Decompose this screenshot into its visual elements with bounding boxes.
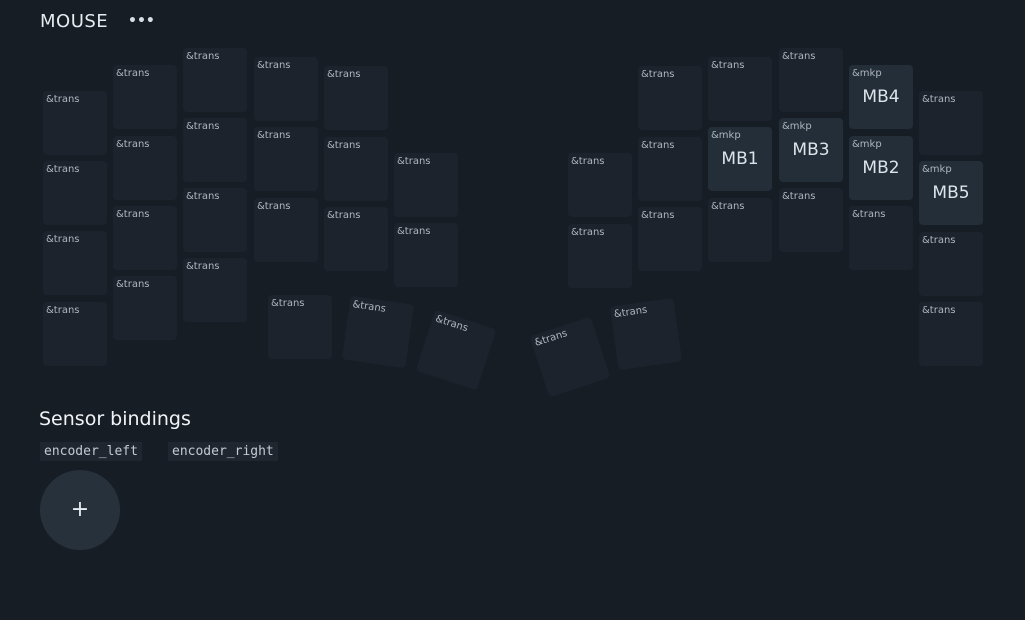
key-behavior: &mkp <box>711 130 741 141</box>
key-behavior: &trans <box>116 209 150 220</box>
key-behavior: &trans <box>641 210 675 221</box>
key-behavior: &trans <box>116 68 150 79</box>
key[interactable]: &mkp MB1 <box>708 127 772 191</box>
key[interactable]: &mkp MB2 <box>849 136 913 200</box>
key[interactable]: &trans <box>609 297 683 371</box>
key[interactable]: &trans <box>529 316 611 398</box>
key-behavior: &trans <box>711 201 745 212</box>
key-param: MB2 <box>862 158 900 178</box>
key[interactable]: &trans <box>324 207 388 271</box>
key-behavior: &trans <box>397 226 431 237</box>
key[interactable]: &trans <box>113 276 177 340</box>
key-behavior: &trans <box>922 305 956 316</box>
key-behavior: &trans <box>852 209 886 220</box>
key[interactable]: &trans <box>779 48 843 112</box>
key[interactable]: &trans <box>708 198 772 262</box>
key[interactable]: &mkp MB3 <box>779 118 843 182</box>
key-behavior: &trans <box>327 140 361 151</box>
key[interactable]: &trans <box>43 161 107 225</box>
key-behavior: &trans <box>351 299 387 315</box>
key-behavior: &trans <box>433 313 470 335</box>
key[interactable]: &trans <box>919 302 983 366</box>
key-behavior: &trans <box>46 94 80 105</box>
key-behavior: &trans <box>782 51 816 62</box>
sensor-encoder-left[interactable]: encoder_left <box>40 442 142 461</box>
key-behavior: &trans <box>186 51 220 62</box>
key-behavior: &mkp <box>852 139 882 150</box>
key-behavior: &trans <box>186 261 220 272</box>
key[interactable]: &trans <box>268 295 332 359</box>
key[interactable]: &trans <box>113 65 177 129</box>
key[interactable]: &trans <box>183 118 247 182</box>
key[interactable]: &trans <box>43 91 107 155</box>
key[interactable]: &trans <box>638 137 702 201</box>
key-behavior: &trans <box>271 298 305 309</box>
key-behavior: &trans <box>116 139 150 150</box>
key[interactable]: &trans <box>183 188 247 252</box>
key[interactable]: &mkp MB5 <box>919 161 983 225</box>
key-behavior: &trans <box>571 227 605 238</box>
sensor-encoder-right[interactable]: encoder_right <box>168 442 278 461</box>
key[interactable]: &trans <box>183 258 247 322</box>
key[interactable]: &mkp MB4 <box>849 65 913 129</box>
key[interactable]: &trans <box>113 136 177 200</box>
key-param: MB1 <box>721 149 759 169</box>
sensor-bindings-title: Sensor bindings <box>39 408 191 430</box>
key-behavior: &trans <box>257 201 291 212</box>
key[interactable]: &trans <box>254 198 318 262</box>
key[interactable]: &trans <box>708 57 772 121</box>
key[interactable]: &trans <box>43 302 107 366</box>
key[interactable]: &trans <box>919 91 983 155</box>
key-behavior: &trans <box>641 69 675 80</box>
key-behavior: &trans <box>46 305 80 316</box>
key-behavior: &trans <box>257 130 291 141</box>
key-param: MB4 <box>862 87 900 107</box>
key[interactable]: &trans <box>568 224 632 288</box>
key-behavior: &trans <box>922 235 956 246</box>
key-behavior: &trans <box>257 60 291 71</box>
key-behavior: &trans <box>186 121 220 132</box>
key-behavior: &mkp <box>852 68 882 79</box>
key-behavior: &trans <box>186 191 220 202</box>
add-sensor-button[interactable]: + <box>40 470 120 550</box>
key[interactable]: &trans <box>183 48 247 112</box>
key[interactable]: &trans <box>568 153 632 217</box>
key-behavior: &trans <box>782 191 816 202</box>
key[interactable]: &trans <box>415 309 497 391</box>
key[interactable]: &trans <box>919 232 983 296</box>
key-behavior: &trans <box>641 140 675 151</box>
key-behavior: &trans <box>533 328 569 349</box>
keyboard-layout: &trans &trans &trans &trans &trans &trans &tra… <box>0 0 1025 400</box>
key[interactable]: &trans <box>254 57 318 121</box>
key-param: MB3 <box>792 140 830 160</box>
key[interactable]: &trans <box>638 207 702 271</box>
key-behavior: &trans <box>327 69 361 80</box>
key-behavior: &trans <box>922 94 956 105</box>
key-behavior: &trans <box>397 156 431 167</box>
key-behavior: &mkp <box>922 164 952 175</box>
key[interactable]: &trans <box>849 206 913 270</box>
key-behavior: &trans <box>711 60 745 71</box>
key-behavior: &trans <box>46 164 80 175</box>
key[interactable]: &trans <box>394 153 458 217</box>
key[interactable]: &trans <box>254 127 318 191</box>
key[interactable]: &trans <box>43 231 107 295</box>
key[interactable]: &trans <box>113 206 177 270</box>
key[interactable]: &trans <box>638 66 702 130</box>
key-behavior: &trans <box>116 279 150 290</box>
key-behavior: &mkp <box>782 121 812 132</box>
key[interactable]: &trans <box>779 188 843 252</box>
key[interactable]: &trans <box>341 295 415 369</box>
key[interactable]: &trans <box>394 223 458 287</box>
key-behavior: &trans <box>327 210 361 221</box>
key[interactable]: &trans <box>324 137 388 201</box>
key-behavior: &trans <box>46 234 80 245</box>
key-param: MB5 <box>932 183 970 203</box>
key-behavior: &trans <box>613 304 648 321</box>
key-behavior: &trans <box>571 156 605 167</box>
key[interactable]: &trans <box>324 66 388 130</box>
